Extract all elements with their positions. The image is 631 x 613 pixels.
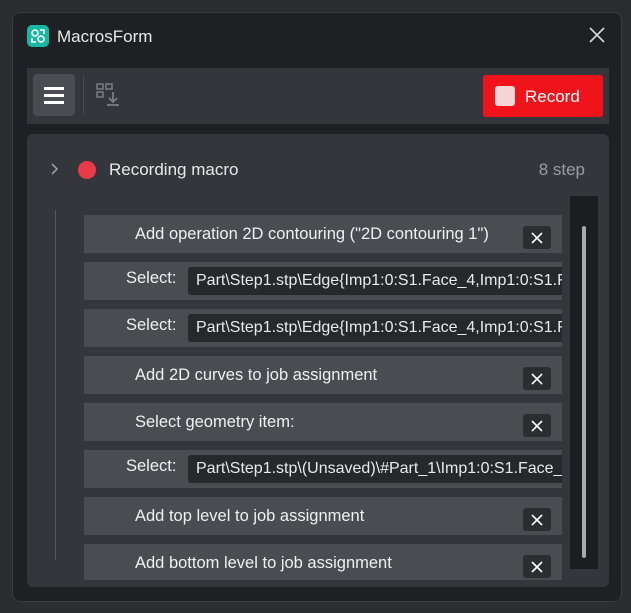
remove-step-button[interactable] [523,226,551,249]
step-label: Select geometry item: [135,413,295,431]
macro-step[interactable]: Add top level to job assignment [84,497,562,535]
select-label: Select: [126,269,177,287]
remove-step-button[interactable] [523,414,551,437]
title-bar: MacrosForm [13,13,621,57]
toolbar-divider [83,76,84,114]
selection-path-field[interactable]: Part\Step1.stp\Edge{Imp1:0:S1.Face_4,Imp… [188,314,562,342]
macro-step[interactable]: Add operation 2D contouring ("2D contour… [84,215,562,253]
select-label: Select: [126,457,177,475]
remove-step-button[interactable] [523,367,551,390]
selection-path-field[interactable]: Part\Step1.stp\Edge{Imp1:0:S1.Face_4,Imp… [188,267,562,295]
step-label: Add top level to job assignment [135,507,365,525]
macro-steps-list: Add operation 2D contouring ("2D contour… [84,200,562,580]
window-title: MacrosForm [57,27,153,46]
macro-step[interactable]: Select: Part\Step1.stp\Edge{Imp1:0:S1.Fa… [84,262,562,300]
macro-step[interactable]: Add bottom level to job assignment [84,544,562,580]
step-count: 8 step [538,160,585,179]
remove-step-button[interactable] [523,508,551,531]
remove-step-button[interactable] [523,555,551,578]
selection-path-value: Part\Step1.stp\Edge{Imp1:0:S1.Face_4,Imp… [196,319,562,336]
macro-step[interactable]: Select: Part\Step1.stp\(Unsaved)\#Part_1… [84,450,562,488]
macro-step[interactable]: Select: Part\Step1.stp\Edge{Imp1:0:S1.Fa… [84,309,562,347]
record-button[interactable]: Record [483,75,603,117]
step-label: Add operation 2D contouring ("2D contour… [135,225,489,243]
record-button-label: Record [525,87,580,106]
macros-form-window: MacrosForm Record Recording macro 8 step… [12,12,622,602]
app-logo-icon [27,25,49,47]
macro-step[interactable]: Select geometry item: [84,403,562,441]
export-to-file-icon[interactable] [95,82,125,110]
tree-line [55,210,56,560]
selection-path-field[interactable]: Part\Step1.stp\(Unsaved)\#Part_1\Imp1:0:… [188,455,562,483]
chevron-right-icon[interactable] [49,162,61,176]
macro-title: Recording macro [109,160,239,179]
selection-path-value: Part\Step1.stp\Edge{Imp1:0:S1.Face_4,Imp… [196,272,562,289]
select-label: Select: [126,316,177,334]
selection-path-value: Part\Step1.stp\(Unsaved)\#Part_1\Imp1:0:… [196,460,562,477]
toolbar: Record [27,68,609,124]
macro-step[interactable]: Add 2D curves to job assignment [84,356,562,394]
vertical-scrollbar[interactable] [570,196,598,569]
step-label: Add 2D curves to job assignment [135,366,378,384]
macro-panel: Recording macro 8 step Add operation 2D … [27,134,609,587]
record-stop-icon [495,86,515,106]
hamburger-menu-icon[interactable] [33,74,75,116]
close-icon[interactable] [587,25,607,45]
step-label: Add bottom level to job assignment [135,554,392,572]
recording-status-icon [78,161,96,179]
scrollbar-thumb[interactable] [582,226,586,558]
macro-header[interactable]: Recording macro 8 step [27,134,609,206]
